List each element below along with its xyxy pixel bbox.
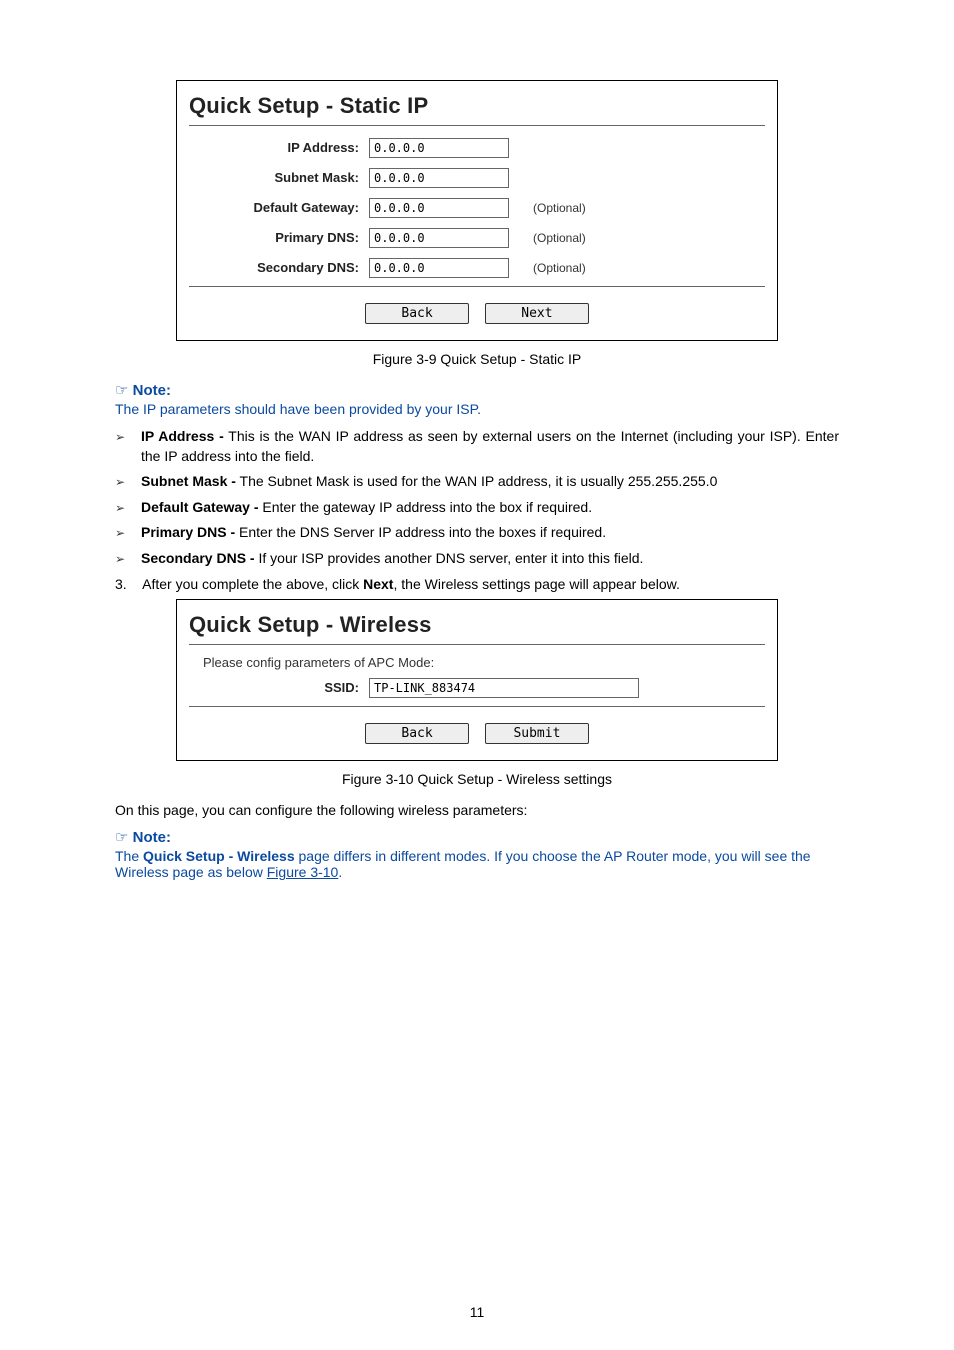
optional-hint: (Optional) xyxy=(509,196,586,220)
note-icon: ☞ Note: xyxy=(115,381,839,399)
list-item: ➢Subnet Mask - The Subnet Mask is used f… xyxy=(115,472,839,492)
ip-input[interactable] xyxy=(369,198,509,218)
step-number: 3. xyxy=(115,575,139,594)
ssid-label: SSID: xyxy=(189,676,369,700)
quick-setup-wireless-figure: Quick Setup - Wireless Please config par… xyxy=(176,599,778,761)
list-item: ➢IP Address - This is the WAN IP address… xyxy=(115,427,839,466)
note-text: The Quick Setup - Wireless page differs … xyxy=(115,848,839,880)
ip-input[interactable] xyxy=(369,168,509,188)
quick-setup-static-ip-figure: Quick Setup - Static IP IP Address: Subne… xyxy=(176,80,778,341)
back-button[interactable]: Back xyxy=(365,303,469,324)
form-row: IP Address: xyxy=(189,136,765,160)
chevron-right-icon: ➢ xyxy=(115,549,141,568)
form-label: IP Address: xyxy=(189,136,369,160)
note-icon: ☞ Note: xyxy=(115,828,839,846)
bullet-key: IP Address - xyxy=(141,428,224,444)
bullet-key: Default Gateway - xyxy=(141,499,258,515)
parameter-list: ➢IP Address - This is the WAN IP address… xyxy=(115,427,839,569)
chevron-right-icon: ➢ xyxy=(115,523,141,542)
chevron-right-icon: ➢ xyxy=(115,498,141,517)
list-item: ➢Secondary DNS - If your ISP provides an… xyxy=(115,549,839,569)
ip-input[interactable] xyxy=(369,258,509,278)
chevron-right-icon: ➢ xyxy=(115,472,141,491)
form-label: Secondary DNS: xyxy=(189,256,369,280)
figure-title: Quick Setup - Static IP xyxy=(189,93,765,119)
divider xyxy=(189,125,765,126)
figure-caption: Figure 3-9 Quick Setup - Static IP xyxy=(115,351,839,367)
ssid-row: SSID: xyxy=(189,676,765,700)
note2-key: Quick Setup - Wireless xyxy=(143,848,295,864)
mode-prompt: Please config parameters of APC Mode: xyxy=(203,655,765,670)
divider xyxy=(189,644,765,645)
form-row: Secondary DNS: (Optional) xyxy=(189,256,765,280)
bullet-desc: This is the WAN IP address as seen by ex… xyxy=(141,428,839,464)
note2-pre: The xyxy=(115,848,143,864)
button-row: Back Next xyxy=(189,297,765,326)
ssid-input[interactable] xyxy=(369,678,639,698)
step-3: 3. After you complete the above, click N… xyxy=(115,575,839,594)
next-keyword: Next xyxy=(363,576,393,592)
note2-post: . xyxy=(338,864,342,880)
bullet-text: Primary DNS - Enter the DNS Server IP ad… xyxy=(141,523,839,543)
divider xyxy=(189,706,765,707)
bullet-text: Default Gateway - Enter the gateway IP a… xyxy=(141,498,839,518)
form-label: Default Gateway: xyxy=(189,196,369,220)
form-row: Primary DNS: (Optional) xyxy=(189,226,765,250)
step-text-pre: After you complete the above, click xyxy=(142,576,363,592)
back-button[interactable]: Back xyxy=(365,723,469,744)
form-label: Subnet Mask: xyxy=(189,166,369,190)
divider xyxy=(189,286,765,287)
bullet-desc: Enter the gateway IP address into the bo… xyxy=(258,499,592,515)
bullet-key: Secondary DNS - xyxy=(141,550,255,566)
figure-caption: Figure 3-10 Quick Setup - Wireless setti… xyxy=(115,771,839,787)
step-text-post: , the Wireless settings page will appear… xyxy=(393,576,679,592)
note-head: Note: xyxy=(133,829,171,846)
figure-link[interactable]: Figure 3-10 xyxy=(267,864,339,880)
form-row: Default Gateway: (Optional) xyxy=(189,196,765,220)
chevron-right-icon: ➢ xyxy=(115,427,141,446)
list-item: ➢Default Gateway - Enter the gateway IP … xyxy=(115,498,839,518)
ip-input[interactable] xyxy=(369,228,509,248)
optional-hint: (Optional) xyxy=(509,256,586,280)
note-text: The IP parameters should have been provi… xyxy=(115,401,839,417)
page-number: 11 xyxy=(0,1304,954,1320)
bullet-key: Primary DNS - xyxy=(141,524,235,540)
button-row: Back Submit xyxy=(189,717,765,746)
submit-button[interactable]: Submit xyxy=(485,723,589,744)
bullet-text: IP Address - This is the WAN IP address … xyxy=(141,427,839,466)
bullet-desc: If your ISP provides another DNS server,… xyxy=(255,550,644,566)
ip-input[interactable] xyxy=(369,138,509,158)
config-line: On this page, you can configure the foll… xyxy=(115,801,839,820)
bullet-key: Subnet Mask - xyxy=(141,473,236,489)
form-label: Primary DNS: xyxy=(189,226,369,250)
list-item: ➢Primary DNS - Enter the DNS Server IP a… xyxy=(115,523,839,543)
next-button[interactable]: Next xyxy=(485,303,589,324)
bullet-text: Secondary DNS - If your ISP provides ano… xyxy=(141,549,839,569)
optional-hint: (Optional) xyxy=(509,226,586,250)
note-head: Note: xyxy=(133,382,171,399)
bullet-desc: The Subnet Mask is used for the WAN IP a… xyxy=(236,473,717,489)
figure-title: Quick Setup - Wireless xyxy=(189,612,765,638)
form-row: Subnet Mask: xyxy=(189,166,765,190)
bullet-text: Subnet Mask - The Subnet Mask is used fo… xyxy=(141,472,839,492)
bullet-desc: Enter the DNS Server IP address into the… xyxy=(235,524,606,540)
